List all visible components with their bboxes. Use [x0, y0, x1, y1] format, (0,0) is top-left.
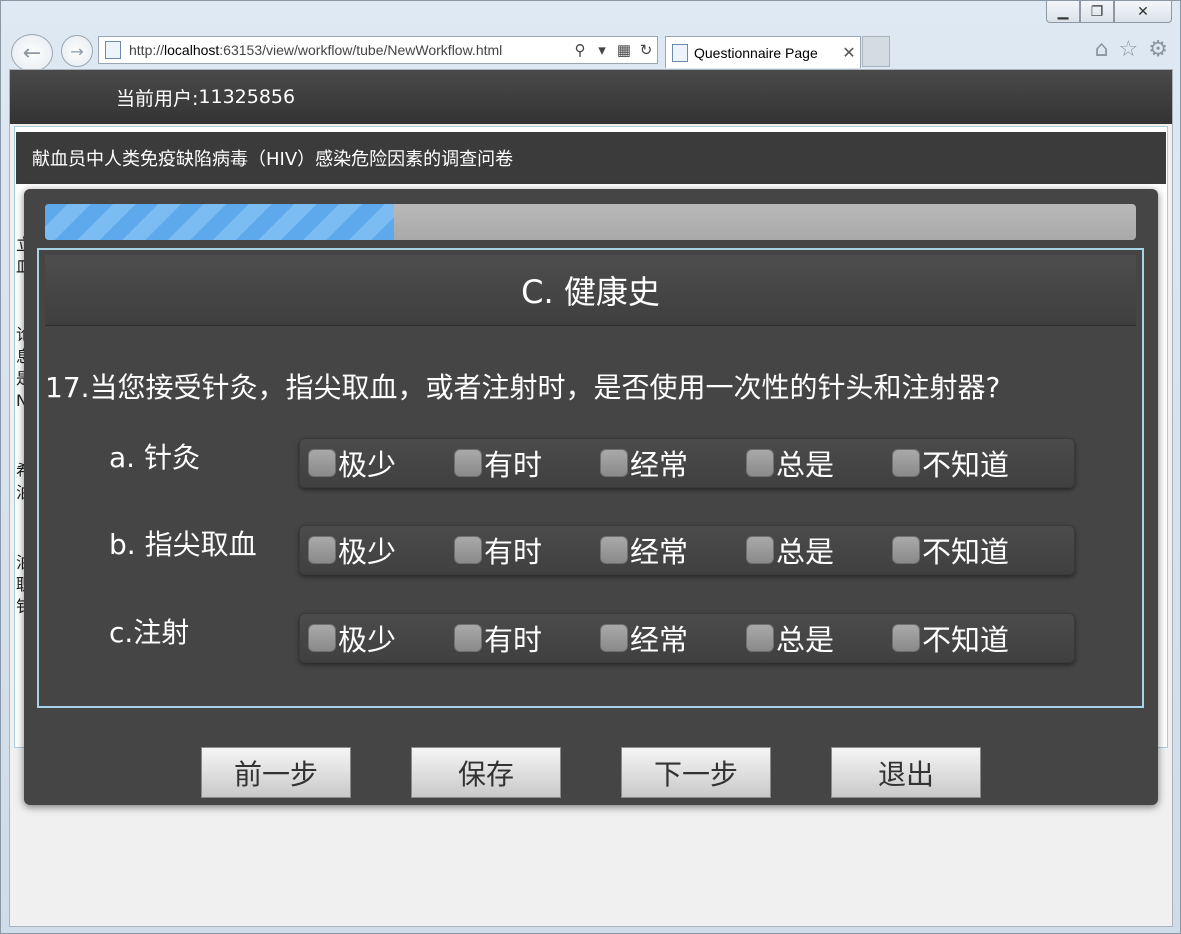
browser-tab[interactable]: Questionnaire Page ✕ [665, 36, 861, 68]
address-bar[interactable]: http://localhost:63153/view/workflow/tub… [98, 36, 658, 64]
sub-question-label: c.注射 [109, 616, 190, 649]
checkbox[interactable] [308, 449, 336, 477]
option-sometimes[interactable]: 有时 [454, 530, 542, 570]
checkbox[interactable] [600, 536, 628, 564]
back-icon[interactable]: ← [11, 34, 53, 72]
questionnaire-modal: C. 健康史 17.当您接受针灸，指尖取血，或者注射时，是否使用一次性的针头和注… [24, 189, 1158, 805]
user-bar: 当前用户: 11325856 [10, 70, 1172, 124]
tab-close-icon[interactable]: ✕ [838, 43, 860, 63]
checkbox[interactable] [746, 536, 774, 564]
favorites-star-icon[interactable]: ☆ [1119, 37, 1139, 62]
next-button[interactable]: 下一步 [621, 747, 771, 798]
checkbox[interactable] [454, 449, 482, 477]
options-group: 极少 有时 经常 总是 不知道 [299, 613, 1075, 663]
checkbox[interactable] [454, 624, 482, 652]
new-tab-button[interactable] [862, 36, 890, 67]
question-text: 17.当您接受针灸，指尖取血，或者注射时，是否使用一次性的针头和注射器? [45, 366, 1145, 406]
sub-question-row: c.注射 极少 有时 经常 总是 不知道 [39, 613, 1146, 667]
option-rarely[interactable]: 极少 [308, 530, 396, 570]
page-icon [105, 41, 121, 59]
maximize-icon[interactable]: ❐ [1080, 1, 1114, 23]
save-button[interactable]: 保存 [411, 747, 561, 798]
checkbox[interactable] [308, 536, 336, 564]
forward-icon[interactable]: → [61, 35, 93, 67]
option-always[interactable]: 总是 [746, 443, 834, 483]
option-always[interactable]: 总是 [746, 618, 834, 658]
checkbox[interactable] [600, 624, 628, 652]
option-often[interactable]: 经常 [600, 618, 688, 658]
checkbox[interactable] [892, 449, 920, 477]
survey-title: 献血员中人类免疫缺陷病毒（HIV）感染危险因素的调查问卷 [16, 132, 1166, 184]
home-icon[interactable]: ⌂ [1095, 37, 1109, 62]
progress-fill [45, 204, 395, 240]
checkbox[interactable] [746, 624, 774, 652]
tab-title: Questionnaire Page [694, 44, 818, 61]
close-window-icon[interactable]: ✕ [1114, 1, 1172, 23]
checkbox[interactable] [892, 536, 920, 564]
option-sometimes[interactable]: 有时 [454, 443, 542, 483]
checkbox[interactable] [308, 624, 336, 652]
option-often[interactable]: 经常 [600, 443, 688, 483]
checkbox[interactable] [600, 449, 628, 477]
section-panel: C. 健康史 17.当您接受针灸，指尖取血，或者注射时，是否使用一次性的针头和注… [37, 248, 1144, 708]
checkbox[interactable] [892, 624, 920, 652]
option-often[interactable]: 经常 [600, 530, 688, 570]
window-controls: ▁ ❐ ✕ [1046, 1, 1172, 23]
compat-view-icon[interactable]: ▦ [613, 41, 635, 59]
url-text[interactable]: http://localhost:63153/view/workflow/tub… [129, 42, 569, 58]
search-icon[interactable]: ⚲ [569, 41, 591, 59]
exit-button[interactable]: 退出 [831, 747, 981, 798]
sub-question-label: b. 指尖取血 [109, 528, 257, 561]
dropdown-icon[interactable]: ▾ [591, 41, 613, 59]
checkbox[interactable] [746, 449, 774, 477]
option-unknown[interactable]: 不知道 [892, 618, 1009, 658]
option-sometimes[interactable]: 有时 [454, 618, 542, 658]
sub-question-label: a. 针灸 [109, 441, 200, 474]
current-user-id: 11325856 [198, 86, 296, 108]
minimize-icon[interactable]: ▁ [1046, 1, 1080, 23]
section-title: C. 健康史 [45, 255, 1136, 326]
prev-button[interactable]: 前一步 [201, 747, 351, 798]
refresh-icon[interactable]: ↻ [635, 41, 657, 59]
question-body: 当您接受针灸，指尖取血，或者注射时，是否使用一次性的针头和注射器? [89, 371, 1001, 404]
gear-icon[interactable]: ⚙ [1148, 37, 1168, 62]
options-group: 极少 有时 经常 总是 不知道 [299, 525, 1075, 575]
toolbar-icons: ⌂ ☆ ⚙ [1095, 37, 1168, 62]
sub-question-row: b. 指尖取血 极少 有时 经常 总是 不知道 [39, 525, 1146, 579]
option-rarely[interactable]: 极少 [308, 443, 396, 483]
options-group: 极少 有时 经常 总是 不知道 [299, 438, 1075, 488]
current-user-label: 当前用户: [116, 87, 199, 110]
checkbox[interactable] [454, 536, 482, 564]
option-rarely[interactable]: 极少 [308, 618, 396, 658]
progress-bar [45, 204, 1136, 240]
option-unknown[interactable]: 不知道 [892, 530, 1009, 570]
option-unknown[interactable]: 不知道 [892, 443, 1009, 483]
question-number: 17. [45, 371, 90, 404]
tab-page-icon [672, 43, 688, 62]
sub-question-row: a. 针灸 极少 有时 经常 总是 不知道 [39, 438, 1146, 492]
option-always[interactable]: 总是 [746, 530, 834, 570]
